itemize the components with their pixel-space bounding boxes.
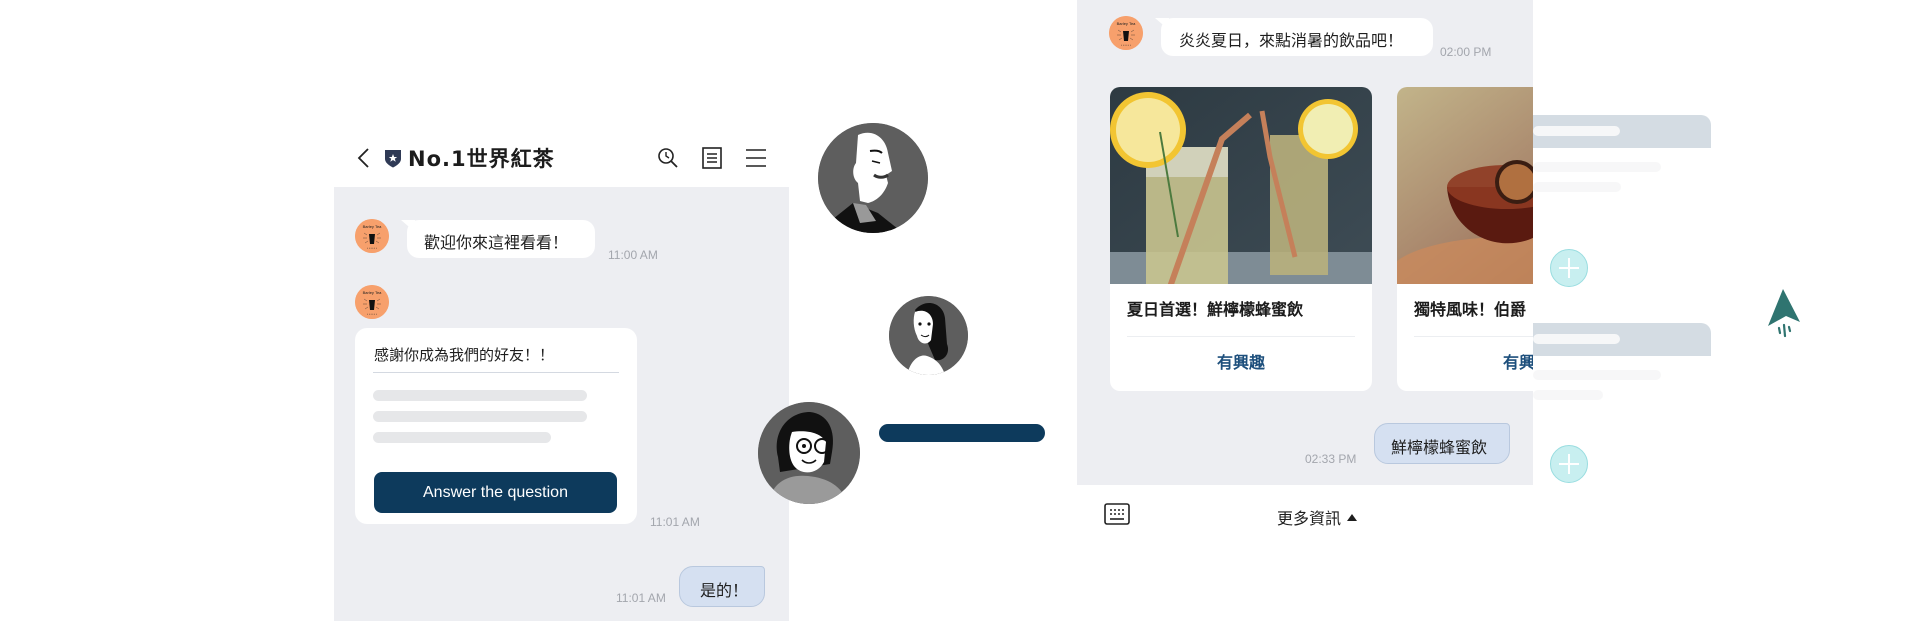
chat-footer: 更多資訊 [1077,485,1533,545]
question-text: 感謝你成為我們的好友！！ [374,346,555,364]
girl-portrait-icon [758,402,860,504]
question-card: 感謝你成為我們的好友！！ Answer the question [355,328,637,524]
message-text: 是的！ [700,581,749,600]
divider [373,372,619,373]
product-card[interactable]: 夏日首選！鮮檸檬蜂蜜飲 有興趣 [1110,87,1372,391]
placeholder-card-header [1533,323,1711,356]
lemon-drink-photo-icon [1110,87,1372,284]
message-timestamp: 02:33 PM [1305,452,1357,466]
left-chat-window: No.1世界紅茶 Barley Tea • • • • • • 歡迎你來這裡看看！… [334,130,789,621]
placeholder-line [373,432,551,443]
divider [1414,336,1533,337]
chat-header: No.1世界紅茶 [334,130,789,187]
svg-text:• • • • • •: • • • • • • [367,246,377,250]
message-bubble: 歡迎你來這裡看看！ [407,220,595,258]
message-bubble: 炎炎夏日，來點消暑的飲品吧！ [1161,18,1433,56]
placeholder-pill [1533,334,1620,344]
brand-logo-icon: Barley Tea • • • • • • [355,219,389,253]
message-timestamp: 11:01 AM [650,515,700,529]
svg-text:Barley Tea: Barley Tea [363,290,383,295]
earl-grey-photo-icon [1397,87,1533,284]
brand-avatar[interactable]: Barley Tea • • • • • • [355,285,389,319]
shield-star-icon [385,150,401,168]
placeholder-line [1533,390,1603,400]
placeholder-card [1533,323,1711,403]
message-timestamp: 11:00 AM [608,248,658,262]
more-info-label: 更多資訊 [1277,509,1342,528]
paper-plane-cursor-icon [1768,289,1800,338]
chat-body: Barley Tea • • • • • • 炎炎夏日，來點消暑的飲品吧！ 02:… [1077,0,1533,485]
placeholder-card-header [1533,115,1711,148]
product-card[interactable]: 獨特風味！伯爵 有興 [1397,87,1533,391]
chat-title: No.1世界紅茶 [408,147,555,171]
divider [1127,336,1355,337]
message-text: 鮮檸檬蜂蜜飲 [1391,438,1488,457]
brand-avatar[interactable]: Barley Tea • • • • • • [355,219,389,253]
brand-logo-icon: Barley Tea • • • • • • [355,285,389,319]
interested-button[interactable]: 有興趣 [1110,343,1372,379]
product-image[interactable] [1397,87,1533,284]
placeholder-line [373,390,587,401]
note-icon[interactable] [700,146,724,170]
user-avatar-girl-glasses [758,402,860,504]
menu-icon[interactable] [744,146,768,170]
svg-text:Barley Tea: Barley Tea [1117,21,1137,26]
user-message-bubble: 鮮檸檬蜂蜜飲 [1374,423,1510,464]
svg-text:Barley Tea: Barley Tea [363,224,383,229]
svg-text:• • • • • •: • • • • • • [367,312,377,316]
brand-avatar[interactable]: Barley Tea • • • • • • [1109,16,1143,50]
placeholder-pill [1533,126,1620,136]
answer-question-button[interactable]: Answer the question [374,472,617,513]
right-chat-window: Barley Tea • • • • • • 炎炎夏日，來點消暑的飲品吧！ 02:… [1077,0,1533,621]
placeholder-card [1533,115,1711,195]
message-text: 歡迎你來這裡看看！ [424,233,569,252]
user-avatar-man [818,123,928,233]
placeholder-line [1533,370,1661,380]
placeholder-line [1533,162,1661,172]
keyboard-icon[interactable] [1104,503,1130,525]
connector-bar [879,424,1045,442]
placeholder-line [1533,182,1621,192]
message-timestamp: 11:01 AM [616,591,666,605]
product-title: 獨特風味！伯爵 [1414,300,1527,319]
search-icon[interactable] [656,146,680,170]
message-text: 炎炎夏日，來點消暑的飲品吧！ [1179,31,1404,50]
placeholder-line [373,411,587,422]
interested-button[interactable]: 有興 [1397,343,1533,379]
add-button[interactable] [1550,249,1588,287]
brand-logo-icon: Barley Tea • • • • • • [1109,16,1143,50]
add-button[interactable] [1550,445,1588,483]
chat-body: Barley Tea • • • • • • 歡迎你來這裡看看！ 11:00 AM… [334,187,789,621]
svg-text:• • • • • •: • • • • • • [1121,43,1131,47]
woman-portrait-icon [889,296,968,375]
more-info-menu-toggle[interactable]: 更多資訊 [1277,505,1358,529]
product-title: 夏日首選！鮮檸檬蜂蜜飲 [1127,300,1304,319]
caret-up-icon [1347,514,1358,521]
message-timestamp: 02:00 PM [1440,45,1492,59]
man-portrait-icon [818,123,928,233]
user-message-bubble: 是的！ [679,566,765,607]
user-avatar-woman [889,296,968,375]
product-image[interactable] [1110,87,1372,284]
chevron-left-icon[interactable] [354,146,374,170]
